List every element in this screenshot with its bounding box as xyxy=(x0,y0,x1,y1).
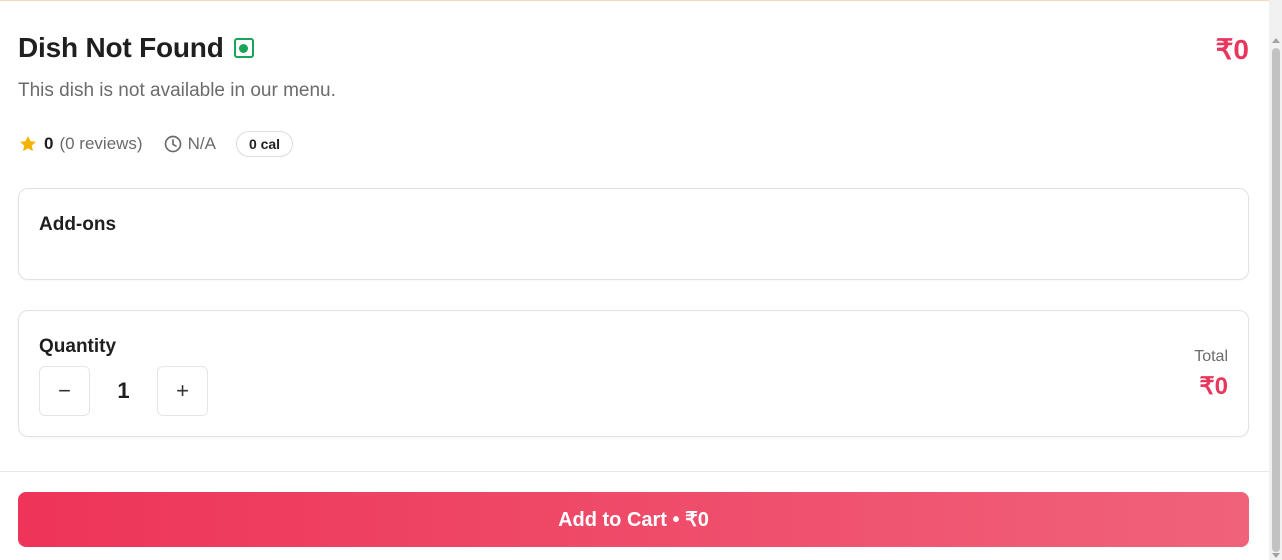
prep-time: N/A xyxy=(187,134,216,153)
dish-title: Dish Not Found xyxy=(18,32,224,63)
addons-card: Add-ons xyxy=(18,188,1249,280)
footer-divider xyxy=(0,471,1269,472)
increment-button[interactable]: + xyxy=(157,366,208,416)
calorie-badge: 0 cal xyxy=(235,131,294,157)
veg-icon xyxy=(233,38,254,58)
scroll-up-icon[interactable] xyxy=(1272,38,1280,43)
quantity-stepper: − 1 + xyxy=(39,366,208,416)
scroll-down-icon[interactable] xyxy=(1272,553,1280,558)
scrollbar[interactable] xyxy=(1269,0,1282,560)
total-price: ₹0 xyxy=(1199,373,1228,400)
meta-row: 0 (0 reviews) N/A 0 cal xyxy=(18,131,294,157)
quantity-card: Quantity − 1 + Total ₹0 xyxy=(18,310,1249,437)
rating-value: 0 xyxy=(44,134,54,153)
star-icon xyxy=(20,136,36,152)
quantity-value: 1 xyxy=(117,378,130,403)
dish-price: ₹0 xyxy=(1215,34,1249,65)
top-border xyxy=(0,0,1269,1)
title-row: Dish Not Found xyxy=(18,32,254,64)
clock-icon xyxy=(164,135,181,153)
dish-description: This dish is not available in our menu. xyxy=(18,80,336,101)
review-count: (0 reviews) xyxy=(59,134,143,153)
quantity-title: Quantity xyxy=(39,336,117,357)
addons-title: Add-ons xyxy=(39,214,117,235)
add-to-cart-button[interactable]: Add to Cart • ₹0 xyxy=(18,492,1249,547)
scrollbar-thumb[interactable] xyxy=(1272,48,1280,552)
decrement-button[interactable]: − xyxy=(39,366,90,416)
total-label: Total xyxy=(1194,348,1228,365)
